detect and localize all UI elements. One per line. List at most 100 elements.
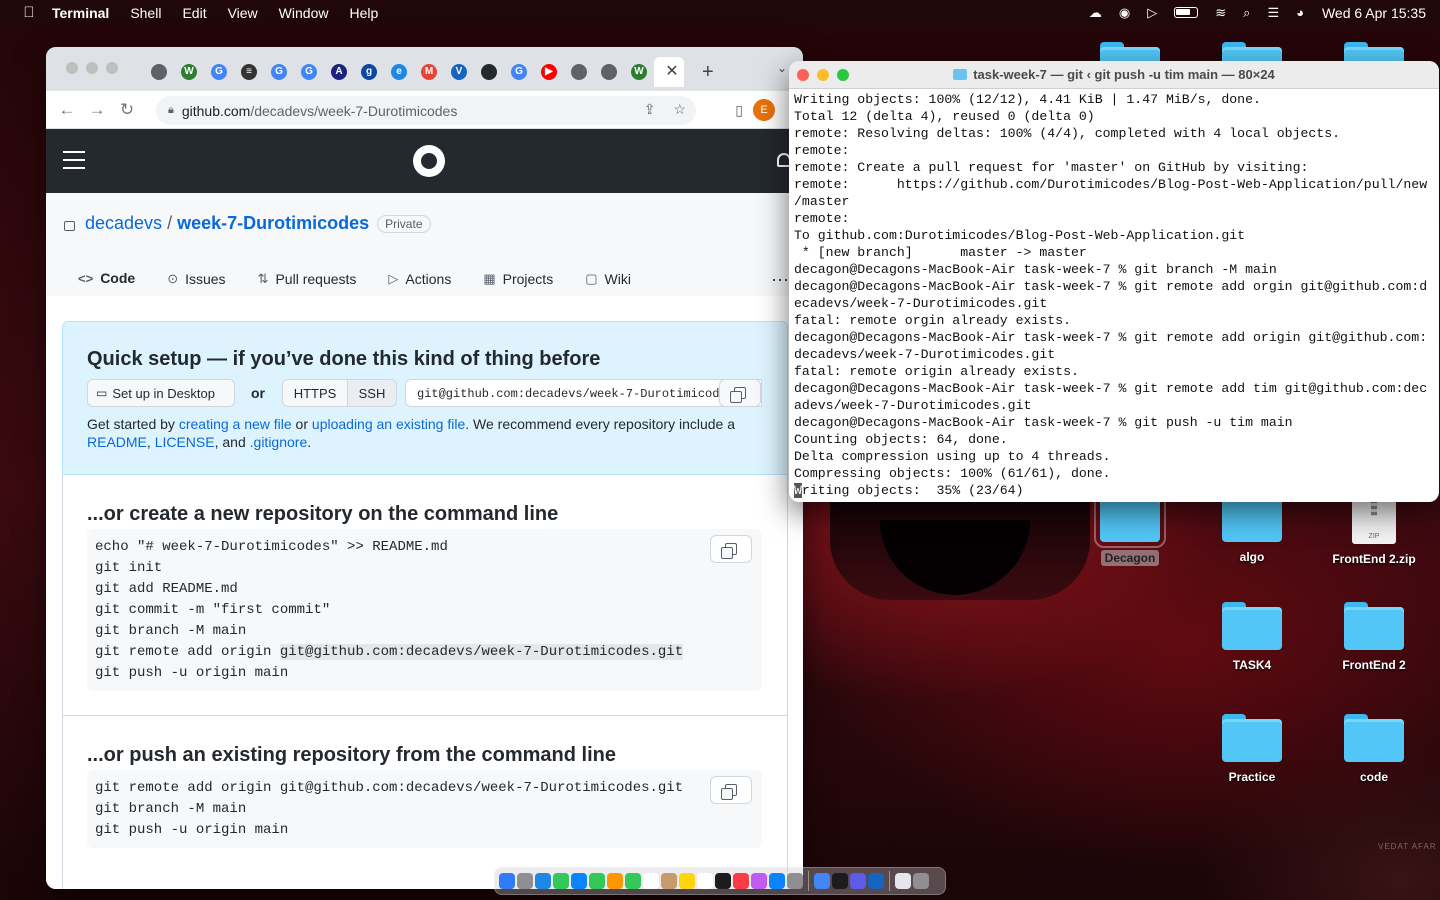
- browser-tab[interactable]: ▶: [534, 61, 564, 83]
- desktop-item-task4[interactable]: TASK4: [1197, 602, 1307, 672]
- repo-name-link[interactable]: week-7-Durotimicodes: [177, 213, 369, 234]
- browser-tab[interactable]: W: [174, 61, 204, 83]
- apple-icon[interactable]: : [20, 4, 38, 21]
- menu-window[interactable]: Window: [279, 5, 329, 21]
- copy-url-button[interactable]: [719, 379, 761, 407]
- menu-help[interactable]: Help: [349, 5, 378, 21]
- dock-app-icon[interactable]: [868, 873, 884, 889]
- spotlight-icon[interactable]: ⌕: [1243, 5, 1250, 21]
- terminal-output[interactable]: Writing objects: 100% (12/12), 4.41 KiB …: [789, 89, 1439, 502]
- browser-tab[interactable]: g: [354, 61, 384, 83]
- browser-tab[interactable]: G: [204, 61, 234, 83]
- minimize-window-button[interactable]: [817, 69, 829, 81]
- dock-app-icon[interactable]: [787, 873, 803, 889]
- dock-app-icon[interactable]: [751, 873, 767, 889]
- minimize-window-button[interactable]: [86, 62, 98, 74]
- more-tabs-icon[interactable]: ···: [771, 269, 789, 290]
- license-link[interactable]: LICENSE: [155, 434, 215, 450]
- tab-pull-requests[interactable]: ⇅ Pull requests: [242, 259, 373, 299]
- desktop-item-code[interactable]: code: [1319, 714, 1429, 784]
- new-tab-button[interactable]: +: [702, 61, 714, 87]
- browser-tab[interactable]: G: [504, 61, 534, 83]
- battery-icon[interactable]: [1174, 7, 1199, 18]
- browser-tab[interactable]: [564, 61, 594, 83]
- reload-icon[interactable]: ↻: [112, 100, 142, 120]
- play-icon[interactable]: ▷: [1147, 5, 1157, 21]
- profile-avatar[interactable]: E: [753, 99, 775, 121]
- dock-app-icon[interactable]: [814, 873, 830, 889]
- control-center-icon[interactable]: ☰: [1267, 5, 1279, 21]
- close-tab-icon[interactable]: ✕: [665, 57, 678, 87]
- desktop-item-algo[interactable]: algo: [1197, 494, 1307, 564]
- menu-app-name[interactable]: Terminal: [52, 5, 109, 21]
- wifi-icon[interactable]: ≋: [1215, 5, 1226, 21]
- desktop-item-decagon[interactable]: Decagon: [1075, 488, 1185, 567]
- ssh-toggle[interactable]: SSH: [347, 379, 397, 407]
- menu-view[interactable]: View: [228, 5, 258, 21]
- tab-code[interactable]: <> Code: [62, 259, 152, 299]
- bookmark-star-icon[interactable]: ☆: [673, 101, 686, 118]
- tab-wiki[interactable]: ▢ Wiki: [569, 259, 647, 299]
- dock-app-icon[interactable]: [697, 873, 713, 889]
- menu-clock[interactable]: Wed 6 Apr 15:35: [1322, 5, 1426, 21]
- dock-app-icon[interactable]: [850, 873, 866, 889]
- tab-issues[interactable]: ⊙ Issues: [151, 259, 241, 299]
- browser-tab[interactable]: [474, 61, 504, 83]
- close-window-button[interactable]: [66, 62, 78, 74]
- dock-app-icon[interactable]: [643, 873, 659, 889]
- siri-icon[interactable]: ◕: [1296, 5, 1304, 20]
- desktop-folder-top-2[interactable]: [1197, 42, 1307, 62]
- creative-cloud-icon[interactable]: ☁: [1089, 5, 1102, 21]
- browser-tab[interactable]: G: [294, 61, 324, 83]
- browser-tab[interactable]: [594, 61, 624, 83]
- desktop-folder-top-1[interactable]: [1075, 42, 1185, 62]
- dock-app-icon[interactable]: [607, 873, 623, 889]
- create-new-file-link[interactable]: creating a new file: [179, 416, 292, 432]
- menu-shell[interactable]: Shell: [130, 5, 161, 21]
- desktop-folder-top-3[interactable]: [1319, 42, 1429, 62]
- copy-commands-button[interactable]: [710, 535, 752, 563]
- tab-search-icon[interactable]: ⌄: [777, 61, 787, 75]
- dock-app-icon[interactable]: [625, 873, 641, 889]
- gitignore-link[interactable]: .gitignore: [250, 434, 308, 450]
- desktop-item-practice[interactable]: Practice: [1197, 714, 1307, 784]
- desktop-item-frontend2[interactable]: FrontEnd 2: [1319, 602, 1429, 672]
- browser-tab[interactable]: G: [264, 61, 294, 83]
- dock-app-icon[interactable]: [679, 873, 695, 889]
- browser-tab[interactable]: V: [444, 61, 474, 83]
- dock-app-icon[interactable]: [715, 873, 731, 889]
- forward-arrow-icon[interactable]: →: [82, 100, 112, 120]
- active-browser-tab[interactable]: ✕: [654, 57, 684, 87]
- browser-tab[interactable]: A: [324, 61, 354, 83]
- clone-url-input[interactable]: git@github.com:decadevs/week-7-Durotimic…: [405, 379, 762, 407]
- dock-app-icon[interactable]: [913, 873, 929, 889]
- repo-owner-link[interactable]: decadevs: [85, 213, 162, 234]
- zoom-window-button[interactable]: [837, 69, 849, 81]
- dock-app-icon[interactable]: [535, 873, 551, 889]
- browser-tab[interactable]: e: [384, 61, 414, 83]
- hamburger-menu-icon[interactable]: [63, 151, 85, 175]
- browser-tab[interactable]: M: [414, 61, 444, 83]
- address-bar[interactable]: 🔒︎ github.com/decadevs/week-7-Durotimico…: [156, 96, 696, 125]
- browser-tab[interactable]: ≡: [234, 61, 264, 83]
- side-panel-icon[interactable]: ▯: [735, 102, 743, 119]
- desktop-item-frontend-zip[interactable]: ZIP FrontEnd 2.zip: [1319, 494, 1429, 566]
- dock-app-icon[interactable]: [589, 873, 605, 889]
- dock-app-icon[interactable]: [499, 873, 515, 889]
- dock-app-icon[interactable]: [895, 873, 911, 889]
- menu-edit[interactable]: Edit: [182, 5, 206, 21]
- github-logo-icon[interactable]: [413, 145, 445, 177]
- setup-desktop-button[interactable]: ▭ Set up in Desktop: [87, 379, 235, 407]
- dock-app-icon[interactable]: [733, 873, 749, 889]
- zoom-window-button[interactable]: [106, 62, 118, 74]
- browser-tab[interactable]: W: [624, 61, 654, 83]
- grammarly-icon[interactable]: ◉: [1119, 5, 1130, 21]
- browser-tab[interactable]: [144, 61, 174, 83]
- dock-app-icon[interactable]: [571, 873, 587, 889]
- dock-app-icon[interactable]: [769, 873, 785, 889]
- dock-app-icon[interactable]: [832, 873, 848, 889]
- upload-file-link[interactable]: uploading an existing file: [312, 416, 465, 432]
- close-window-button[interactable]: [797, 69, 809, 81]
- dock-app-icon[interactable]: [517, 873, 533, 889]
- copy-commands-button[interactable]: [710, 776, 752, 804]
